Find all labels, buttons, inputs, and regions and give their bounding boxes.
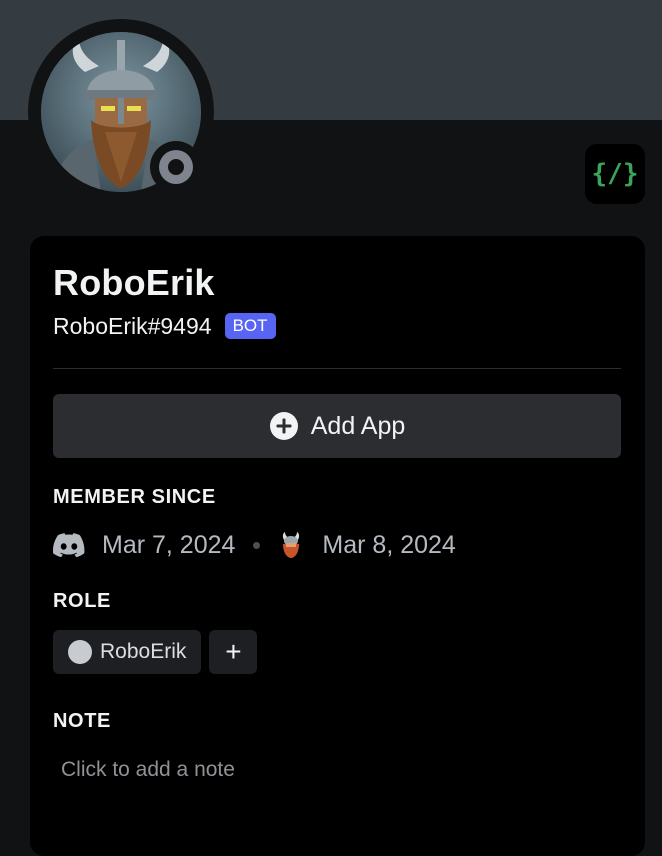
username: RoboErik#9494: [53, 312, 212, 339]
slash-commands-icon: {/}: [591, 159, 639, 189]
role-title: ROLE: [53, 590, 111, 612]
discord-join-date: Mar 7, 2024: [102, 530, 236, 559]
role-pill[interactable]: RoboErik: [53, 630, 202, 674]
member-since-title: MEMBER SINCE: [53, 486, 216, 508]
plus-circle-icon: [269, 412, 298, 440]
note-title: NOTE: [53, 710, 111, 732]
member-since-row: Mar 7, 2024 Mar 8, 2024: [53, 528, 456, 562]
server-icon: [283, 532, 300, 558]
add-app-label: Add App: [310, 411, 406, 440]
app-commands-badge[interactable]: {/}: [585, 144, 645, 204]
add-app-button[interactable]: Add App: [53, 394, 621, 458]
role-color-dot: [68, 640, 92, 664]
divider: [53, 368, 621, 369]
username-row: RoboErik#9494 BOT: [53, 311, 276, 341]
note-input[interactable]: Click to add a note: [61, 758, 235, 782]
separator-dot: [253, 541, 261, 549]
bot-tag: BOT: [224, 313, 276, 339]
server-join-date: Mar 8, 2024: [322, 530, 456, 559]
role-list: RoboErik +: [53, 630, 258, 674]
status-indicator: [150, 141, 202, 193]
discord-logo-icon: [53, 533, 85, 557]
role-name: RoboErik: [100, 640, 187, 663]
display-name: RoboErik: [53, 262, 215, 303]
add-role-button[interactable]: +: [209, 630, 258, 674]
offline-status-icon: [159, 150, 193, 184]
